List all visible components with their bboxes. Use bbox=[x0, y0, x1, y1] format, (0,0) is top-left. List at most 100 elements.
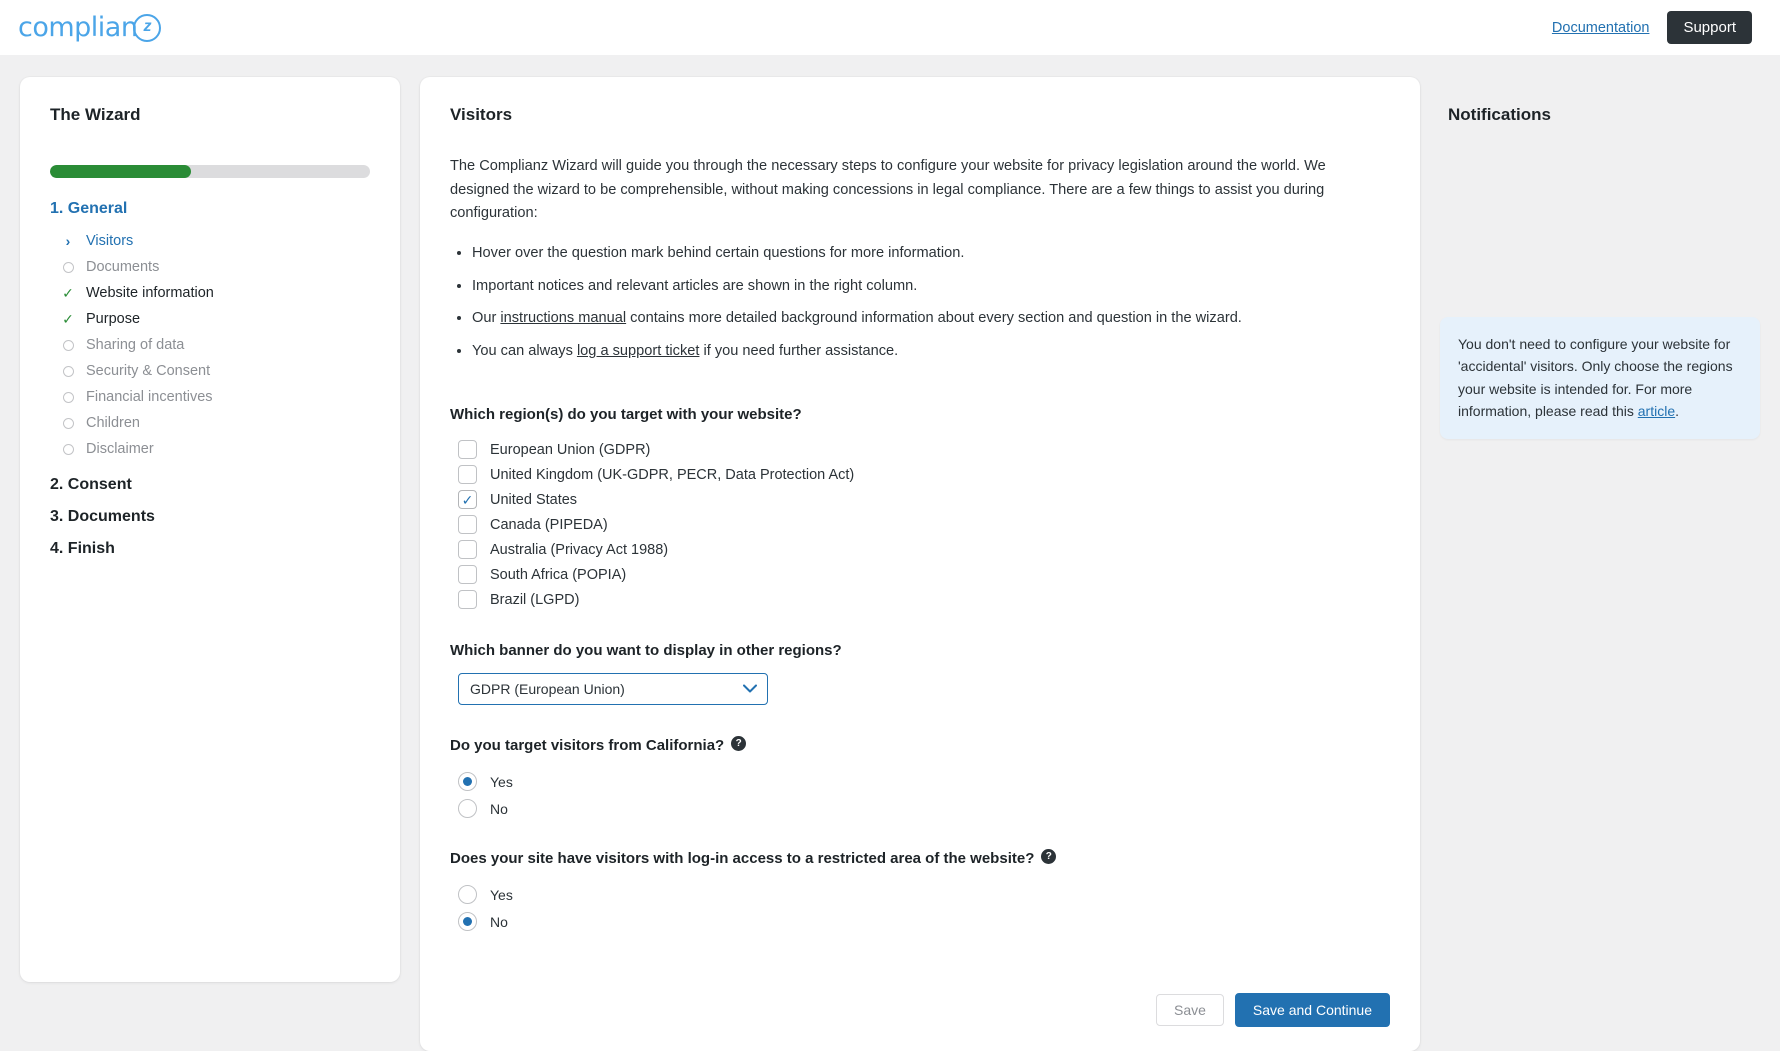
wizard-step-3[interactable]: 3. Documents bbox=[50, 508, 370, 526]
regions-question-label: Which region(s) do you target with your … bbox=[450, 406, 802, 424]
page-body: The Wizard 1. General › Visitors Documents ✓… bbox=[0, 55, 1780, 1051]
region-label: United States bbox=[490, 491, 578, 508]
banner-select[interactable]: GDPR (European Union) bbox=[458, 673, 768, 706]
radio-icon[interactable] bbox=[458, 885, 477, 905]
region-label: Australia (Privacy Act 1988) bbox=[490, 541, 669, 558]
intro-bullet-list: Hover over the question mark behind cert… bbox=[450, 242, 1390, 372]
sidebar-item-children[interactable]: Children bbox=[50, 410, 370, 436]
bullet-text: Hover over the question mark behind cert… bbox=[472, 244, 965, 261]
login-radio-group: Yes No bbox=[450, 881, 1390, 935]
region-checkbox-row[interactable]: Canada (PIPEDA) bbox=[458, 512, 1390, 537]
complianz-logo: complian z bbox=[18, 12, 162, 43]
help-icon-california[interactable]: ? bbox=[731, 736, 747, 752]
sidebar-item-documents[interactable]: Documents bbox=[50, 254, 370, 280]
california-option-no[interactable]: No bbox=[458, 795, 1390, 822]
save-button[interactable]: Save bbox=[1155, 994, 1224, 1027]
bullet-text-after: if you need further assistance. bbox=[699, 342, 899, 359]
chevron-right-icon: › bbox=[65, 233, 71, 249]
wizard-progress-bar bbox=[50, 165, 370, 178]
header-actions: Documentation Support bbox=[1552, 11, 1752, 44]
notifications-title: Notifications bbox=[1448, 105, 1551, 124]
wizard-steps: 1. General › Visitors Documents ✓ Website inf… bbox=[50, 200, 370, 558]
bullet-text: You can always bbox=[472, 342, 577, 359]
sidebar-item-label: Sharing of data bbox=[86, 337, 185, 353]
checkbox-icon[interactable] bbox=[458, 440, 477, 460]
notification-article-link[interactable]: article bbox=[1638, 403, 1675, 419]
checkbox-checked-icon[interactable]: ✓ bbox=[458, 490, 477, 510]
sidebar-item-label: Disclaimer bbox=[86, 441, 154, 457]
notification-text-after: . bbox=[1675, 403, 1680, 420]
california-question-label: Do you target visitors from California? bbox=[450, 737, 725, 755]
notifications-spacer bbox=[1440, 145, 1760, 317]
california-question: Do you target visitors from California? … bbox=[450, 736, 1390, 755]
support-button[interactable]: Support bbox=[1667, 11, 1752, 44]
region-label: Canada (PIPEDA) bbox=[490, 516, 608, 533]
sidebar-item-purpose[interactable]: ✓ Purpose bbox=[50, 306, 370, 332]
radio-label: Yes bbox=[490, 773, 513, 790]
sidebar-title: The Wizard bbox=[50, 105, 141, 124]
sidebar-item-label: Financial incentives bbox=[86, 389, 213, 405]
intro-bullet: You can always log a support ticket if y… bbox=[472, 340, 1390, 363]
sidebar-item-label: Documents bbox=[86, 259, 160, 275]
radio-selected-icon[interactable] bbox=[458, 912, 477, 932]
bullet-link[interactable]: log a support ticket bbox=[577, 343, 700, 359]
radio-selected-icon[interactable] bbox=[458, 772, 477, 792]
help-icon-login[interactable]: ? bbox=[1041, 849, 1057, 865]
sidebar-item-disclaimer[interactable]: Disclaimer bbox=[50, 436, 370, 462]
checkbox-icon[interactable] bbox=[458, 565, 477, 585]
checkbox-icon[interactable] bbox=[458, 590, 477, 610]
checkbox-icon[interactable] bbox=[458, 465, 477, 485]
sidebar-item-security-consent[interactable]: Security & Consent bbox=[50, 358, 370, 384]
documentation-link[interactable]: Documentation bbox=[1552, 20, 1650, 36]
intro-paragraph: The Complianz Wizard will guide you thro… bbox=[450, 158, 1326, 222]
sidebar-item-website-information[interactable]: ✓ Website information bbox=[50, 280, 370, 306]
sidebar-item-visitors[interactable]: › Visitors bbox=[50, 228, 370, 254]
region-checkbox-row[interactable]: Brazil (LGPD) bbox=[458, 587, 1390, 612]
wizard-step-1[interactable]: 1. General bbox=[50, 200, 370, 218]
login-option-no[interactable]: No bbox=[458, 908, 1390, 935]
login-question: Does your site have visitors with log-in… bbox=[450, 849, 1390, 868]
login-option-yes[interactable]: Yes bbox=[458, 881, 1390, 908]
wizard-step-4[interactable]: 4. Finish bbox=[50, 540, 370, 558]
logo-z-icon: z bbox=[133, 13, 162, 42]
region-checkbox-row[interactable]: South Africa (POPIA) bbox=[458, 562, 1390, 587]
sidebar-item-financial-incentives[interactable]: Financial incentives bbox=[50, 384, 370, 410]
radio-icon[interactable] bbox=[458, 799, 477, 819]
circle-icon bbox=[61, 390, 75, 404]
circle-icon bbox=[61, 260, 75, 274]
region-checkbox-row[interactable]: United Kingdom (UK-GDPR, PECR, Data Prot… bbox=[458, 462, 1390, 487]
checkbox-icon[interactable] bbox=[458, 540, 477, 560]
bullet-text: Our bbox=[472, 310, 501, 327]
region-label: European Union (GDPR) bbox=[490, 441, 651, 458]
radio-label: Yes bbox=[490, 886, 513, 903]
region-checkbox-row[interactable]: European Union (GDPR) bbox=[458, 437, 1390, 462]
circle-icon bbox=[61, 416, 75, 430]
wizard-step-2[interactable]: 2. Consent bbox=[50, 476, 370, 494]
sidebar-item-label: Website information bbox=[86, 285, 214, 301]
intro-bullet: Important notices and relevant articles … bbox=[472, 275, 1390, 298]
notifications-column: Notifications You don't need to configur… bbox=[1440, 77, 1760, 439]
radio-label: No bbox=[490, 800, 508, 817]
wizard-step-group: 1. General › Visitors Documents ✓ Website inf… bbox=[50, 200, 370, 462]
california-radio-group: Yes No bbox=[450, 768, 1390, 822]
region-checkbox-row[interactable]: Australia (Privacy Act 1988) bbox=[458, 537, 1390, 562]
wizard-step-group: 2. Consent bbox=[50, 476, 370, 494]
check-icon: ✓ bbox=[62, 285, 74, 301]
region-checkbox-row[interactable]: ✓ United States bbox=[458, 487, 1390, 512]
page-title: Visitors bbox=[450, 105, 513, 124]
intro-bullet: Our instructions manual contains more de… bbox=[472, 307, 1390, 330]
banner-question-label: Which banner do you want to display in o… bbox=[450, 642, 842, 660]
bullet-link[interactable]: instructions manual bbox=[500, 310, 626, 326]
sidebar-item-sharing-of-data[interactable]: Sharing of data bbox=[50, 332, 370, 358]
save-and-continue-button[interactable]: Save and Continue bbox=[1234, 993, 1390, 1028]
circle-icon bbox=[61, 442, 75, 456]
app-header: complian z Documentation Support bbox=[0, 0, 1780, 55]
login-question-label: Does your site have visitors with log-in… bbox=[450, 850, 1035, 868]
bullet-text-after: contains more detailed background inform… bbox=[626, 310, 1242, 327]
california-option-yes[interactable]: Yes bbox=[458, 768, 1390, 795]
sidebar-item-label: Visitors bbox=[86, 233, 134, 249]
checkbox-icon[interactable] bbox=[458, 515, 477, 535]
wizard-progress-fill bbox=[50, 165, 191, 178]
intro-bullet: Hover over the question mark behind cert… bbox=[472, 242, 1390, 265]
form-actions: Save Save and Continue bbox=[450, 963, 1390, 1028]
